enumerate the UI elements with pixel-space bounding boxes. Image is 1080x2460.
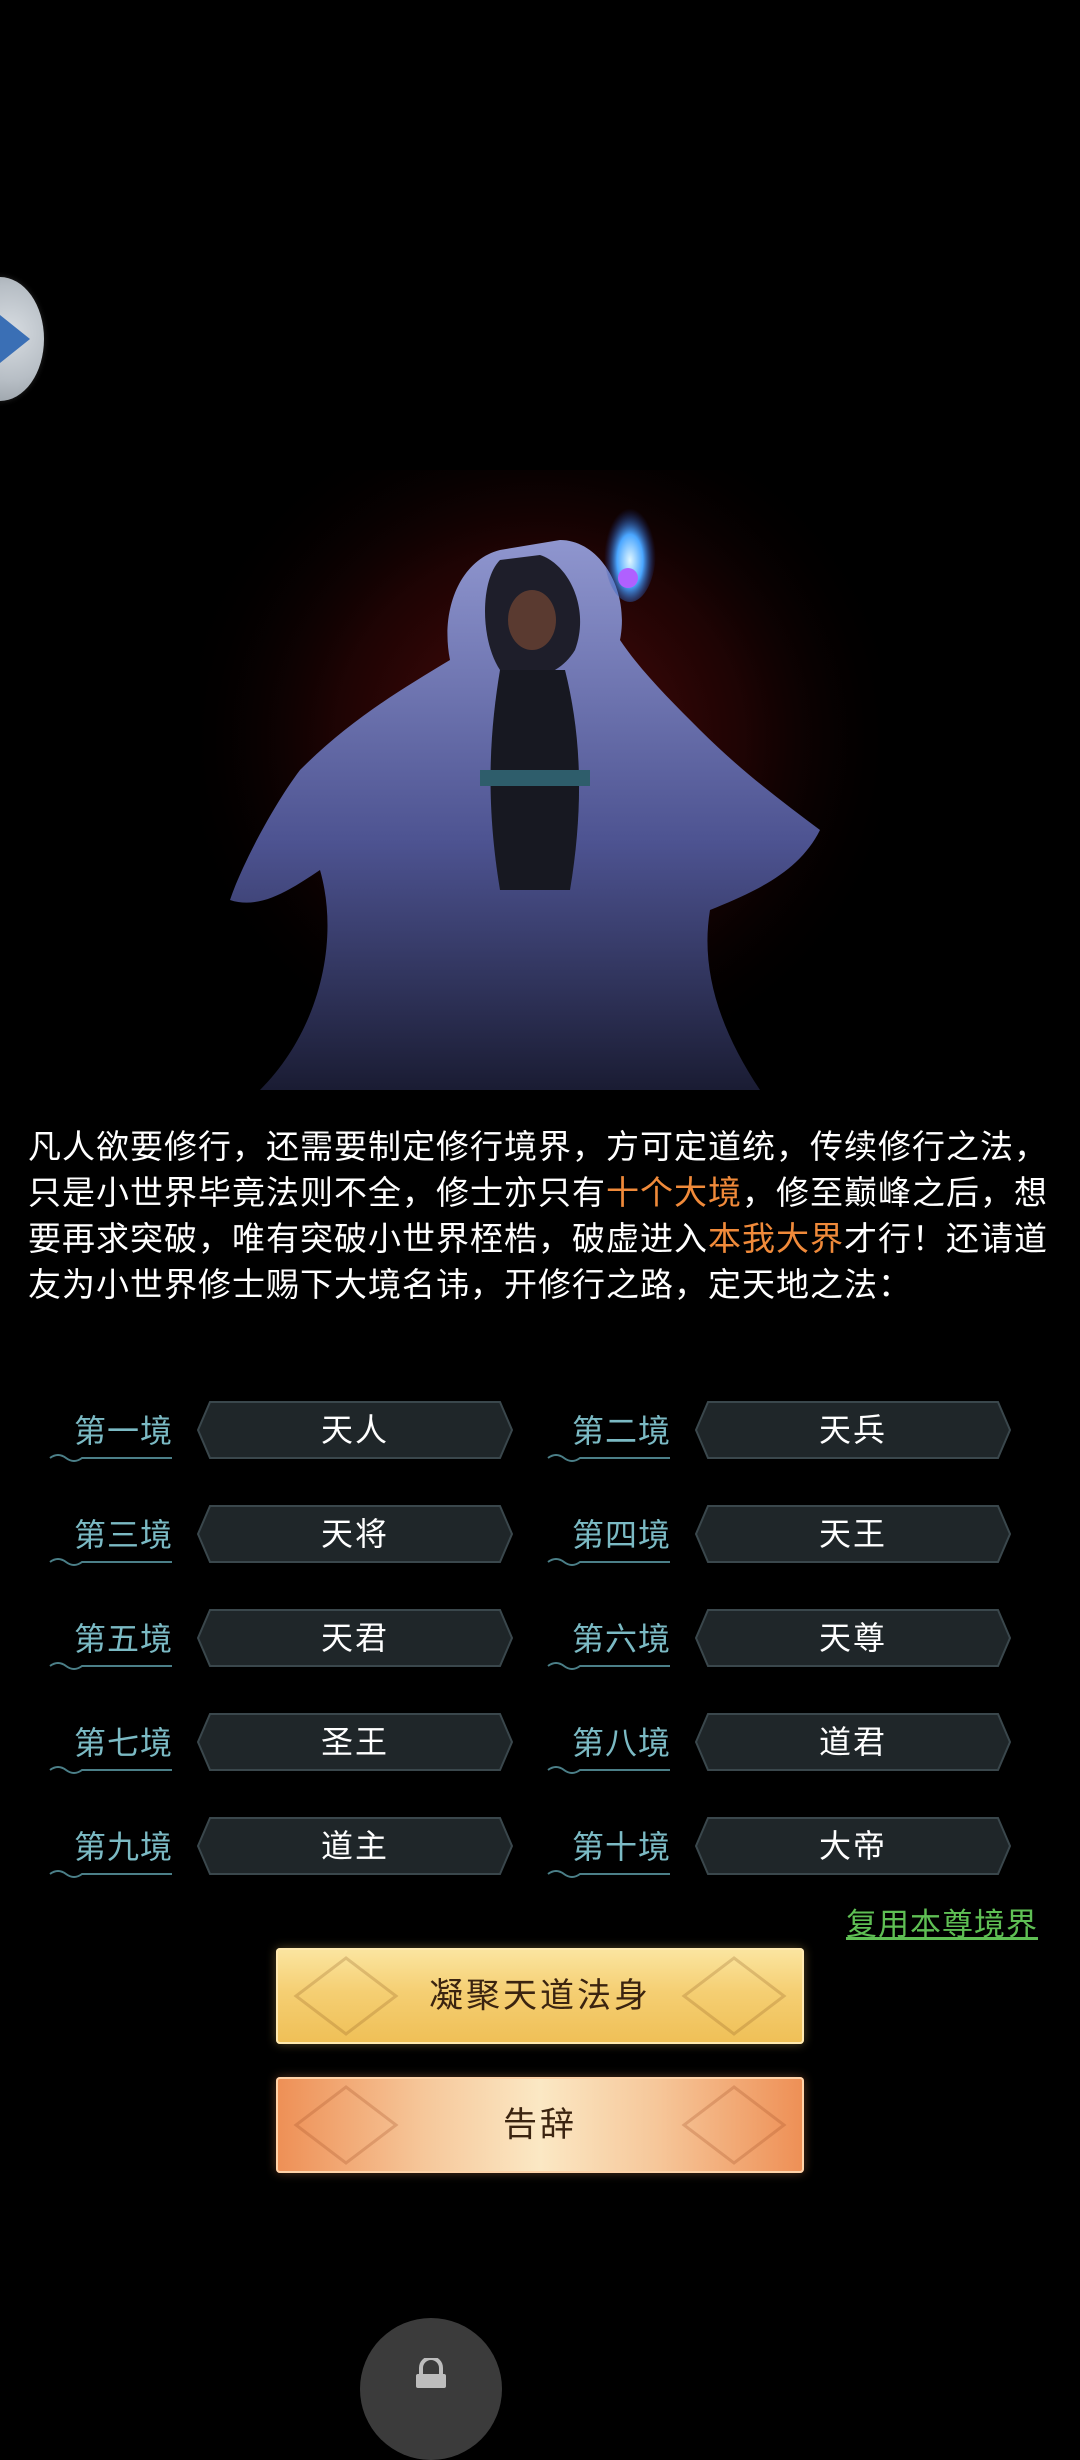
realm-name-input[interactable]: 圣王: [196, 1712, 514, 1772]
condense-dao-body-button[interactable]: 凝聚天道法身: [276, 1948, 804, 2044]
realm-item-7: 第七境 圣王: [44, 1710, 544, 1780]
diamond-decoration-icon: [681, 1956, 787, 2036]
realm-value: 道君: [818, 1723, 887, 1761]
realm-name-input[interactable]: 道君: [694, 1712, 1012, 1772]
realm-value: 天兵: [818, 1411, 887, 1449]
realm-item-1: 第一境 天人: [44, 1398, 544, 1468]
ornament-icon: [49, 1870, 172, 1878]
realm-item-8: 第八境 道君: [542, 1710, 1042, 1780]
realm-item-4: 第四境 天王: [542, 1502, 1042, 1572]
ornament-icon: [547, 1870, 670, 1878]
realm-value: 天将: [320, 1515, 389, 1553]
highlight-true-self-realm: 本我大界: [708, 1219, 844, 1258]
diamond-decoration-icon: [293, 1956, 399, 2036]
realm-value: 天王: [818, 1515, 887, 1553]
realm-label: 第二境: [572, 1412, 672, 1450]
realm-value: 道主: [320, 1827, 389, 1865]
realm-label: 第七境: [74, 1724, 174, 1762]
intro-text: 凡人欲要修行，还需要制定修行境界，方可定道统，传续修行之法，只是小世界毕竟法则不…: [28, 1124, 1058, 1308]
leave-button-label: 告辞: [503, 2105, 577, 2145]
realm-item-3: 第三境 天将: [44, 1502, 544, 1572]
realm-item-2: 第二境 天兵: [542, 1398, 1042, 1468]
realm-label: 第五境: [74, 1620, 174, 1658]
realm-item-5: 第五境 天君: [44, 1606, 544, 1676]
realm-label: 第三境: [74, 1516, 174, 1554]
realm-row: 第一境 天人 第二境 天兵: [44, 1398, 1044, 1502]
realm-value: 天人: [320, 1411, 389, 1449]
realm-name-input[interactable]: 天尊: [694, 1608, 1012, 1668]
ornament-icon: [547, 1766, 670, 1774]
realm-value: 天尊: [818, 1619, 887, 1657]
realm-grid: 第一境 天人 第二境 天兵 第三境 天将 第四境 天王 第五境 天君 第六境 天…: [44, 1398, 1044, 1918]
realm-label: 第八境: [572, 1724, 672, 1762]
realm-name-input[interactable]: 大帝: [694, 1816, 1012, 1876]
ornament-icon: [547, 1662, 670, 1670]
realm-value: 天君: [320, 1619, 389, 1657]
realm-name-input[interactable]: 道主: [196, 1816, 514, 1876]
side-float-button[interactable]: [0, 277, 44, 401]
chevron-right-icon: [0, 315, 30, 363]
ornament-icon: [547, 1558, 670, 1566]
diamond-decoration-icon: [293, 2085, 399, 2165]
realm-item-10: 第十境 大帝: [542, 1814, 1042, 1884]
diamond-decoration-icon: [681, 2085, 787, 2165]
realm-label: 第一境: [74, 1412, 174, 1450]
leave-button[interactable]: 告辞: [276, 2077, 804, 2173]
highlight-ten-realms: 十个大境: [606, 1173, 742, 1212]
ornament-icon: [49, 1766, 172, 1774]
lock-tab-button[interactable]: [360, 2318, 502, 2460]
realm-label: 第十境: [572, 1828, 672, 1866]
realm-item-9: 第九境 道主: [44, 1814, 544, 1884]
realm-item-6: 第六境 天尊: [542, 1606, 1042, 1676]
ornament-icon: [49, 1454, 172, 1462]
ornament-icon: [49, 1662, 172, 1670]
lock-icon: [416, 2358, 446, 2388]
realm-name-input[interactable]: 天君: [196, 1608, 514, 1668]
realm-label: 第六境: [572, 1620, 672, 1658]
realm-name-input[interactable]: 天王: [694, 1504, 1012, 1564]
realm-label: 第九境: [74, 1828, 174, 1866]
ornament-icon: [49, 1558, 172, 1566]
realm-name-input[interactable]: 天将: [196, 1504, 514, 1564]
reuse-realms-link[interactable]: 复用本尊境界: [846, 1899, 1038, 1944]
realm-row: 第五境 天君 第六境 天尊: [44, 1606, 1044, 1710]
character-portrait: [200, 470, 880, 1110]
realm-name-input[interactable]: 天人: [196, 1400, 514, 1460]
realm-value: 大帝: [818, 1827, 887, 1865]
realm-row: 第三境 天将 第四境 天王: [44, 1502, 1044, 1606]
realm-value: 圣王: [320, 1723, 389, 1761]
condense-button-label: 凝聚天道法身: [429, 1976, 651, 2016]
realm-row: 第七境 圣王 第八境 道君: [44, 1710, 1044, 1814]
ornament-icon: [547, 1454, 670, 1462]
realm-label: 第四境: [572, 1516, 672, 1554]
realm-name-input[interactable]: 天兵: [694, 1400, 1012, 1460]
